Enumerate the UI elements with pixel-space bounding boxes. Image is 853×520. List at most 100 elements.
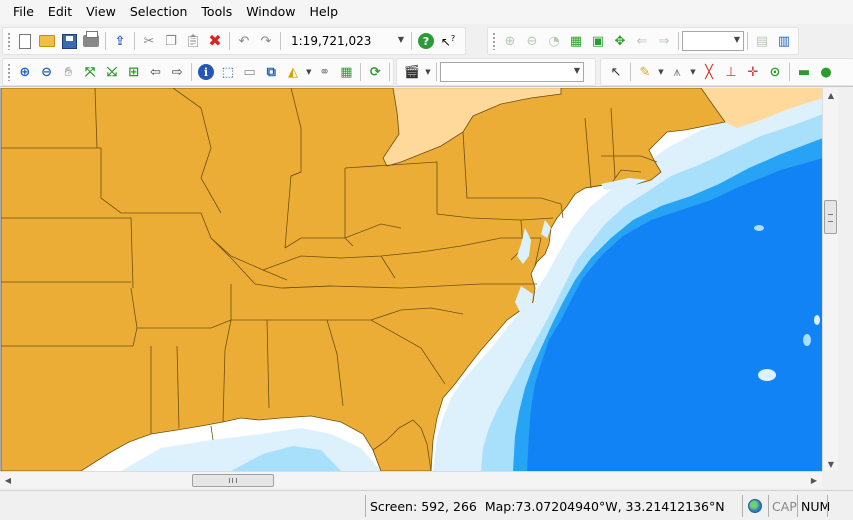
horizontal-scroll-thumb[interactable]: [192, 474, 274, 487]
zoom-in-icon[interactable]: ⊕: [14, 61, 36, 83]
sketch-pencil-icon[interactable]: ✎: [634, 61, 656, 83]
fixed-zoom-out-icon[interactable]: ⤩: [101, 61, 123, 83]
menu-file[interactable]: File: [6, 1, 41, 23]
vertex-icon[interactable]: ✛: [742, 61, 764, 83]
refresh-icon[interactable]: ⟳: [364, 61, 386, 83]
zoom-combo[interactable]: ▼: [682, 31, 744, 51]
cogo-icon[interactable]: ⊙: [764, 61, 786, 83]
chevron-down-icon[interactable]: ▼: [423, 61, 433, 83]
hyperlink-icon[interactable]: ⚭: [314, 61, 336, 83]
toolbar-separator: [134, 32, 135, 50]
green-circle-icon[interactable]: ●: [815, 61, 837, 83]
chevron-down-icon[interactable]: ▼: [574, 66, 580, 75]
help-icon[interactable]: ?: [415, 30, 437, 52]
cut-icon[interactable]: ✂: [138, 30, 160, 52]
print-icon[interactable]: [80, 30, 102, 52]
vertical-scrollbar[interactable]: ▲ ▼: [822, 88, 838, 471]
menu-bar: File Edit View Selection Tools Window He…: [0, 0, 853, 24]
chevron-down-icon[interactable]: ▼: [656, 61, 666, 83]
layer-combo[interactable]: ▼: [440, 62, 584, 82]
menu-tools[interactable]: Tools: [194, 1, 239, 23]
toolbar-row-2: ⊕ ⊖ ✋︎ ⤧ ⤩ ⊞ ⇦ ⇨ i ⬚ ▭ ⧉ ◭ ▼ ⚭ ▦ ⟳ 🎬︎ ▼: [0, 57, 853, 87]
toolbar-separator: [389, 63, 391, 81]
status-divider: [768, 495, 769, 517]
delete-icon[interactable]: ✖: [204, 30, 226, 52]
camera-icon[interactable]: 🎬︎: [401, 61, 423, 83]
caps-lock-indicator: CAP: [772, 498, 797, 514]
pan-disabled-icon[interactable]: ✥: [609, 30, 631, 52]
menu-help[interactable]: Help: [303, 1, 346, 23]
attribute-table-icon[interactable]: ▦: [336, 61, 358, 83]
toolbar-separator: [747, 32, 748, 50]
toolbar-grip[interactable]: [7, 32, 11, 50]
select-features-icon[interactable]: ⬚: [217, 61, 239, 83]
editor-toolbar: ↖ ✎ ▼ ⩚ ▼ ╳ ⊥ ✛ ⊙ ▬ ●: [600, 58, 853, 86]
forward-arrow-icon[interactable]: ⇨: [166, 61, 188, 83]
chevron-down-icon[interactable]: ▼: [398, 35, 404, 44]
measure-icon[interactable]: ◭: [282, 61, 304, 83]
new-document-icon[interactable]: [14, 30, 36, 52]
trace-icon[interactable]: ▬: [793, 61, 815, 83]
pan-hand-icon[interactable]: ✋︎: [57, 61, 79, 83]
toolbar-separator: [229, 32, 230, 50]
undo-icon[interactable]: ↶: [233, 30, 255, 52]
construct-icon[interactable]: ⩚: [666, 61, 688, 83]
forward-disabled-icon[interactable]: ⇒: [653, 30, 675, 52]
html-popup-icon[interactable]: ⧉: [260, 61, 282, 83]
shoal-patch: [754, 225, 764, 231]
menu-edit[interactable]: Edit: [41, 1, 79, 23]
scroll-grip-icon: [229, 478, 237, 483]
horizontal-scrollbar[interactable]: ◀ ▶: [0, 471, 822, 488]
status-bar: Screen: 592, 266 Map: 73.07204940°W, 33.…: [0, 490, 853, 520]
chevron-down-icon[interactable]: ▼: [688, 61, 698, 83]
chevron-down-icon[interactable]: ▼: [734, 35, 740, 44]
open-folder-icon[interactable]: [36, 30, 58, 52]
save-icon[interactable]: [58, 30, 80, 52]
scroll-left-arrow-icon[interactable]: ◀: [0, 473, 16, 487]
menu-selection[interactable]: Selection: [123, 1, 195, 23]
right-panel-strip: [838, 88, 853, 471]
menu-view[interactable]: View: [79, 1, 123, 23]
zoom-layer-icon[interactable]: ▣: [587, 30, 609, 52]
zoom-out-disabled-icon[interactable]: ⊖: [521, 30, 543, 52]
map-label: Map:: [484, 498, 516, 514]
toolbar-grip[interactable]: [492, 32, 496, 50]
identify-icon[interactable]: i: [195, 61, 217, 83]
back-disabled-icon[interactable]: ⇐: [631, 30, 653, 52]
zoom-full-icon[interactable]: ▦: [565, 30, 587, 52]
map-svg[interactable]: [1, 88, 822, 471]
copy-icon[interactable]: ❐: [160, 30, 182, 52]
snap-icon[interactable]: ⊥: [720, 61, 742, 83]
map-scale-combo[interactable]: 1:19,721,023 ▼: [284, 31, 408, 51]
split-icon[interactable]: ╳: [698, 61, 720, 83]
toolbar-grip[interactable]: [7, 63, 11, 81]
navigation-toolbar: ⊕ ⊖ ✋︎ ⤧ ⤩ ⊞ ⇦ ⇨ i ⬚ ▭ ⧉ ◭ ▼ ⚭ ▦ ⟳: [2, 58, 394, 86]
map-canvas[interactable]: [0, 88, 822, 471]
toolbar-separator: [436, 63, 437, 81]
zoom-in-disabled-icon[interactable]: ⊕: [499, 30, 521, 52]
zoom-scale-disabled-icon[interactable]: ◔: [543, 30, 565, 52]
status-divider: [827, 495, 828, 517]
redo-icon[interactable]: ↷: [255, 30, 277, 52]
fixed-zoom-in-icon[interactable]: ⤧: [79, 61, 101, 83]
back-arrow-icon[interactable]: ⇦: [145, 61, 167, 83]
table-disabled-icon[interactable]: ▤: [751, 30, 773, 52]
zoom-out-icon[interactable]: ⊖: [36, 61, 58, 83]
shoal-patch: [814, 315, 820, 325]
scroll-down-arrow-icon[interactable]: ▼: [823, 457, 839, 471]
layout-icon[interactable]: ▥: [773, 30, 795, 52]
globe-icon[interactable]: [748, 495, 762, 517]
paste-icon[interactable]: 📋︎: [182, 30, 204, 52]
whats-this-icon[interactable]: ↖?: [437, 30, 459, 52]
full-extent-icon[interactable]: ⊞: [123, 61, 145, 83]
menu-window[interactable]: Window: [239, 1, 302, 23]
scroll-up-arrow-icon[interactable]: ▲: [823, 88, 839, 102]
map-tips-icon[interactable]: ▭: [239, 61, 261, 83]
chevron-down-icon[interactable]: ▼: [304, 61, 314, 83]
scroll-right-arrow-icon[interactable]: ▶: [806, 473, 822, 487]
edit-tool-icon[interactable]: ↖: [605, 61, 627, 83]
vertical-scroll-thumb[interactable]: [824, 200, 837, 234]
toolbar-separator: [411, 32, 412, 50]
export-icon[interactable]: ⇪: [109, 30, 131, 52]
standard-toolbar: ⇪ ✂ ❐ 📋︎ ✖ ↶ ↷ 1:19,721,023 ▼ ? ↖?: [2, 27, 466, 55]
